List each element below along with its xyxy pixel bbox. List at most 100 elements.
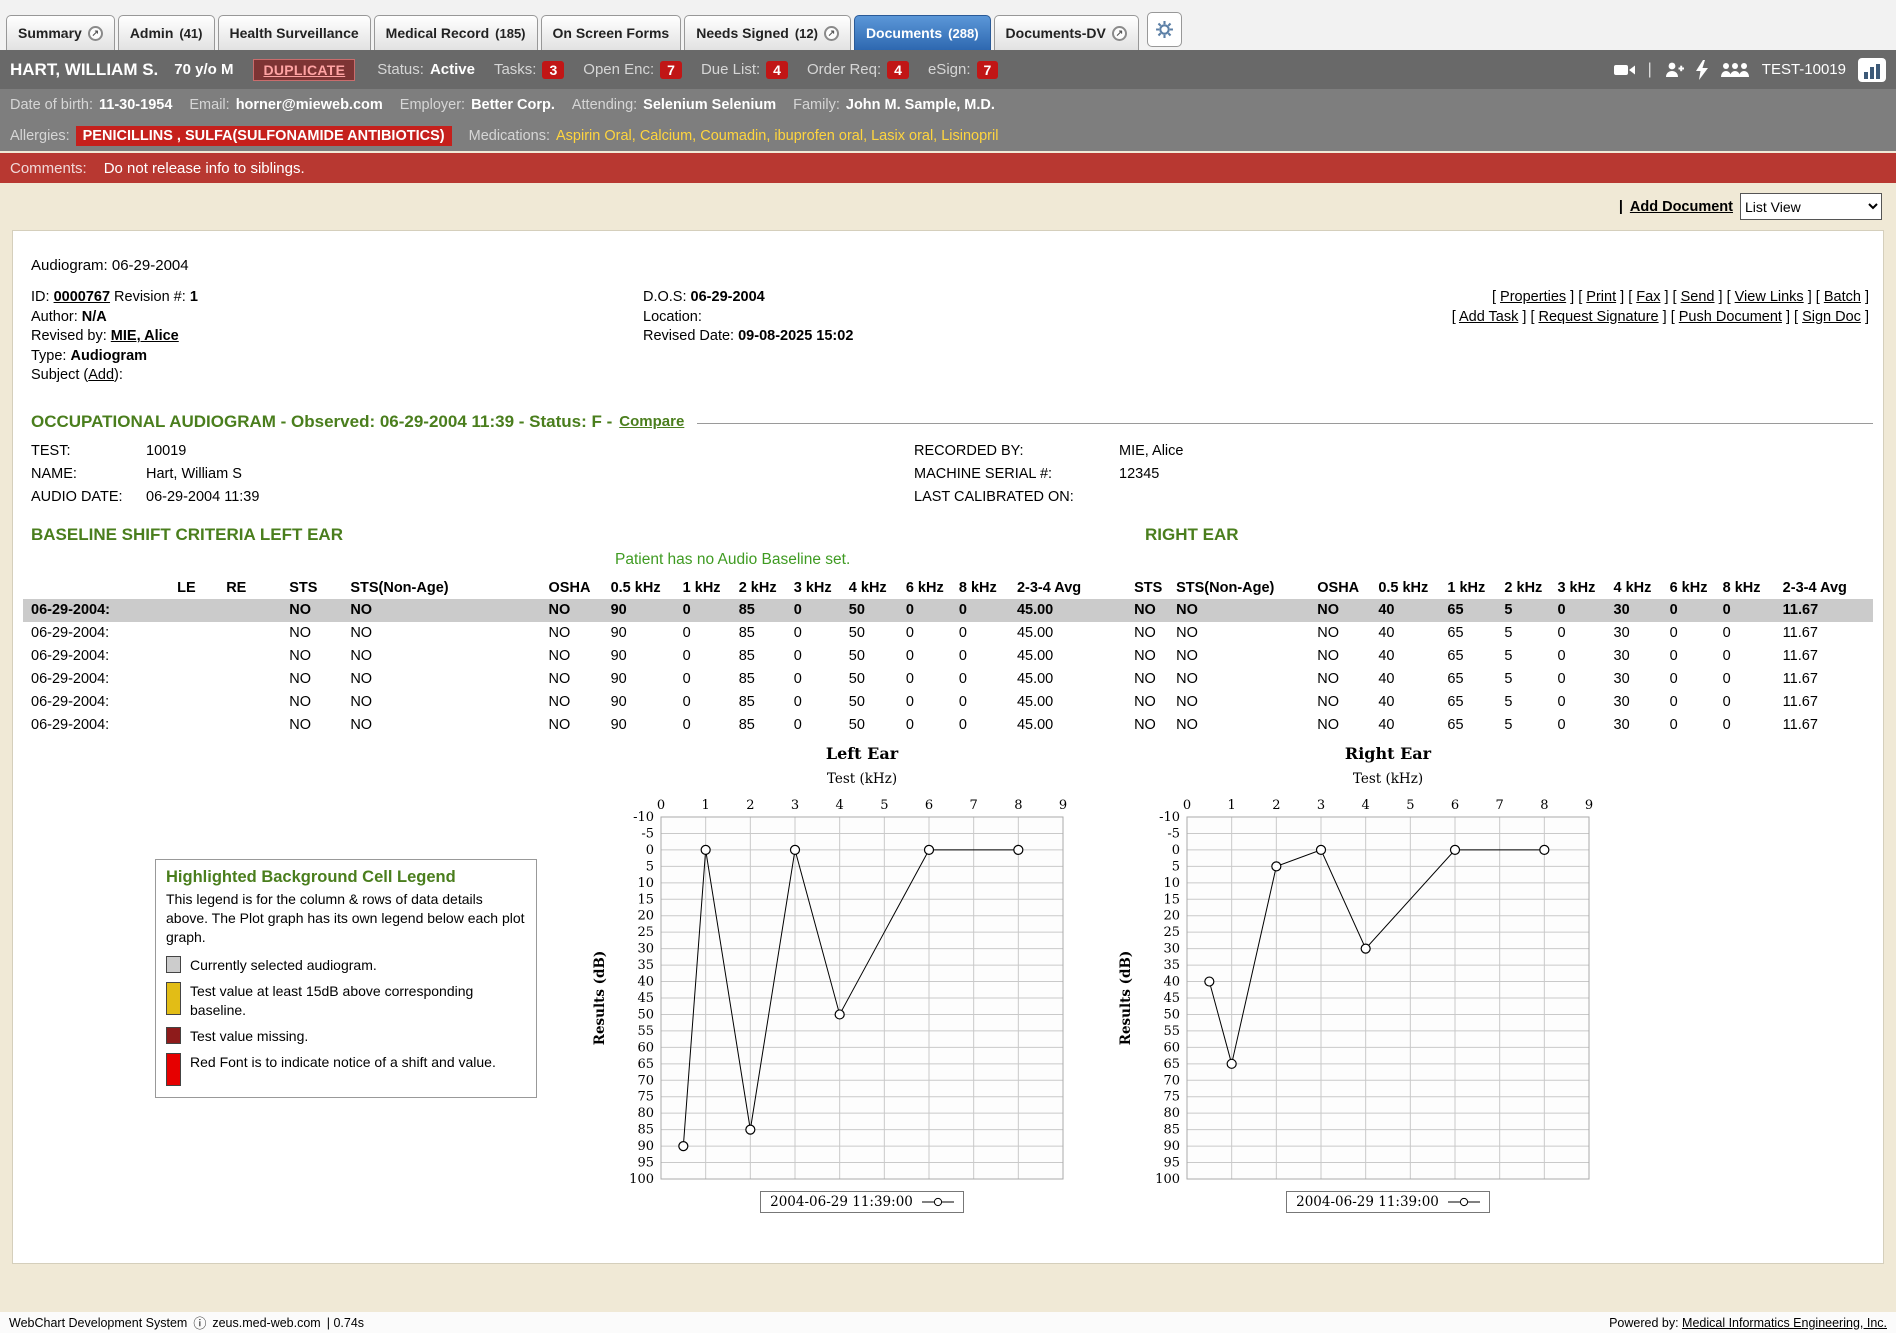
duplicate-flag[interactable]: DUPLICATE: [253, 59, 355, 81]
audiogram-row[interactable]: 06-29-2004:NONONO900850500045.00NONONO40…: [23, 714, 1873, 737]
allergies-value[interactable]: PENICILLINS , SULFA(SULFONAMIDE ANTIBIOT…: [76, 126, 452, 146]
row-date[interactable]: 06-29-2004:: [23, 622, 177, 645]
svg-text:20: 20: [637, 908, 654, 923]
view-select[interactable]: List View: [1740, 193, 1882, 220]
patient-field-open-enc[interactable]: Open Enc:7: [583, 61, 682, 79]
document-title: Audiogram: 06-29-2004: [23, 257, 1873, 274]
push-document-link[interactable]: Push Document: [1679, 309, 1782, 325]
tab-documents[interactable]: Documents(288): [854, 15, 991, 50]
print-link[interactable]: Print: [1586, 289, 1616, 305]
row-value: NO: [1176, 668, 1317, 691]
legend-swatch: [166, 982, 181, 1015]
audiogram-title: OCCUPATIONAL AUDIOGRAM - Observed: 06-29…: [31, 412, 612, 432]
column-header-8-khz: 8 kHz: [1723, 577, 1783, 599]
row-value: NO: [1317, 599, 1378, 622]
add-task-link[interactable]: Add Task: [1459, 309, 1518, 325]
document-id-link[interactable]: 0000767: [54, 289, 110, 305]
send-link[interactable]: Send: [1681, 289, 1715, 305]
row-value: NO: [350, 599, 548, 622]
row-date[interactable]: 06-29-2004:: [23, 714, 177, 737]
legend-swatch: [166, 1027, 181, 1044]
patient-info-row1: Date of birth:11-30-1954Email:horner@mie…: [0, 89, 1896, 120]
users-icon[interactable]: [1720, 61, 1750, 79]
tab-summary[interactable]: Summary↗: [6, 15, 115, 50]
settings-gear-button[interactable]: [1147, 12, 1182, 47]
flash-icon[interactable]: [1696, 60, 1708, 80]
tab-medical-record[interactable]: Medical Record(185): [374, 15, 538, 50]
info-icon[interactable]: ⓘ: [193, 1313, 206, 1332]
row-value: [226, 714, 289, 737]
row-date[interactable]: 06-29-2004:: [23, 645, 177, 668]
row-value: 5: [1504, 645, 1557, 668]
author-value: N/A: [82, 309, 107, 325]
medications-label: Medications:: [469, 128, 550, 144]
count-badge[interactable]: 7: [977, 61, 999, 79]
audiogram-results-table: LERESTSSTS(Non-Age)OSHA0.5 kHz1 kHz2 kHz…: [23, 577, 1873, 737]
patient-header-icons: | TEST-10019: [1614, 58, 1886, 82]
view-links-link[interactable]: View Links: [1735, 289, 1804, 305]
subject-add-link[interactable]: Add: [88, 367, 114, 383]
chart-icon[interactable]: [1858, 58, 1886, 82]
tab-documents-dv[interactable]: Documents-DV↗: [994, 15, 1139, 50]
batch-link[interactable]: Batch: [1824, 289, 1861, 305]
svg-text:2: 2: [746, 798, 754, 813]
row-value: NO: [289, 691, 350, 714]
add-document-link[interactable]: Add Document: [1630, 199, 1733, 215]
svg-text:10: 10: [637, 875, 654, 890]
count-badge[interactable]: 4: [887, 61, 909, 79]
footer-app-name: WebChart Development System: [9, 1316, 187, 1330]
svg-text:75: 75: [1163, 1089, 1180, 1104]
medications-list[interactable]: Aspirin Oral, Calcium, Coumadin, ibuprof…: [556, 128, 998, 144]
patient-field-order-req[interactable]: Order Req:4: [807, 61, 909, 79]
powered-by-company[interactable]: Medical Informatics Engineering, Inc.: [1682, 1316, 1887, 1330]
audiogram-row[interactable]: 06-29-2004:NONONO900850500045.00NONONO40…: [23, 622, 1873, 645]
row-date[interactable]: 06-29-2004:: [23, 599, 177, 622]
properties-link[interactable]: Properties: [1500, 289, 1566, 305]
svg-text:Test (kHz): Test (kHz): [1353, 771, 1423, 787]
fax-link[interactable]: Fax: [1636, 289, 1660, 305]
video-camera-icon[interactable]: [1614, 62, 1636, 78]
audiogram-row[interactable]: 06-29-2004:NONONO900850500045.00NONONO40…: [23, 691, 1873, 714]
row-value: 85: [739, 668, 794, 691]
svg-text:5: 5: [880, 798, 888, 813]
tab-admin[interactable]: Admin(41): [118, 15, 215, 50]
svg-text:6: 6: [925, 798, 933, 813]
subject-label-suffix: ):: [114, 367, 123, 383]
type-label: Type:: [31, 348, 66, 364]
legend-item: Test value at least 15dB above correspon…: [166, 982, 526, 1020]
audio-info-value: 10019: [146, 440, 914, 463]
row-value: NO: [350, 714, 548, 737]
count-badge[interactable]: 4: [766, 61, 788, 79]
row-value: 40: [1378, 645, 1447, 668]
tab-on-screen-forms[interactable]: On Screen Forms: [541, 15, 682, 50]
sign-doc-link[interactable]: Sign Doc: [1802, 309, 1861, 325]
tab-health-surveillance[interactable]: Health Surveillance: [218, 15, 371, 50]
row-value: 30: [1614, 622, 1670, 645]
footer-left: WebChart Development System ⓘ zeus.med-w…: [9, 1313, 364, 1332]
row-value: 0: [1723, 622, 1783, 645]
audiogram-row[interactable]: 06-29-2004:NONONO900850500045.00NONONO40…: [23, 599, 1873, 622]
count-badge[interactable]: 7: [660, 61, 682, 79]
compare-link[interactable]: Compare: [619, 413, 684, 430]
patient-field-esign[interactable]: eSign:7: [928, 61, 998, 79]
add-user-icon[interactable]: [1664, 61, 1684, 79]
row-date[interactable]: 06-29-2004:: [23, 691, 177, 714]
svg-text:95: 95: [1163, 1155, 1180, 1170]
audiogram-row[interactable]: 06-29-2004:NONONO900850500045.00NONONO40…: [23, 668, 1873, 691]
revised-by-label: Revised by:: [31, 328, 107, 344]
row-value: 65: [1447, 599, 1504, 622]
tab-needs-signed[interactable]: Needs Signed(12)↗: [684, 15, 851, 50]
revised-by-link[interactable]: MIE, Alice: [111, 328, 179, 344]
field-label: Attending:: [572, 97, 637, 113]
request-signature-link[interactable]: Request Signature: [1539, 309, 1659, 325]
row-date[interactable]: 06-29-2004:: [23, 668, 177, 691]
svg-text:80: 80: [1163, 1106, 1180, 1121]
field-label: Date of birth:: [10, 97, 93, 113]
patient-field-tasks[interactable]: Tasks:3: [494, 61, 564, 79]
right-ear-chart: 0123456789-10-50510152025303540455055606…: [1115, 741, 1619, 1213]
audiogram-row[interactable]: 06-29-2004:NONONO900850500045.00NONONO40…: [23, 645, 1873, 668]
patient-field-due-list[interactable]: Due List:4: [701, 61, 788, 79]
column-header-0-5-khz: 0.5 kHz: [611, 577, 683, 599]
row-value: 0: [959, 622, 1017, 645]
count-badge[interactable]: 3: [542, 61, 564, 79]
